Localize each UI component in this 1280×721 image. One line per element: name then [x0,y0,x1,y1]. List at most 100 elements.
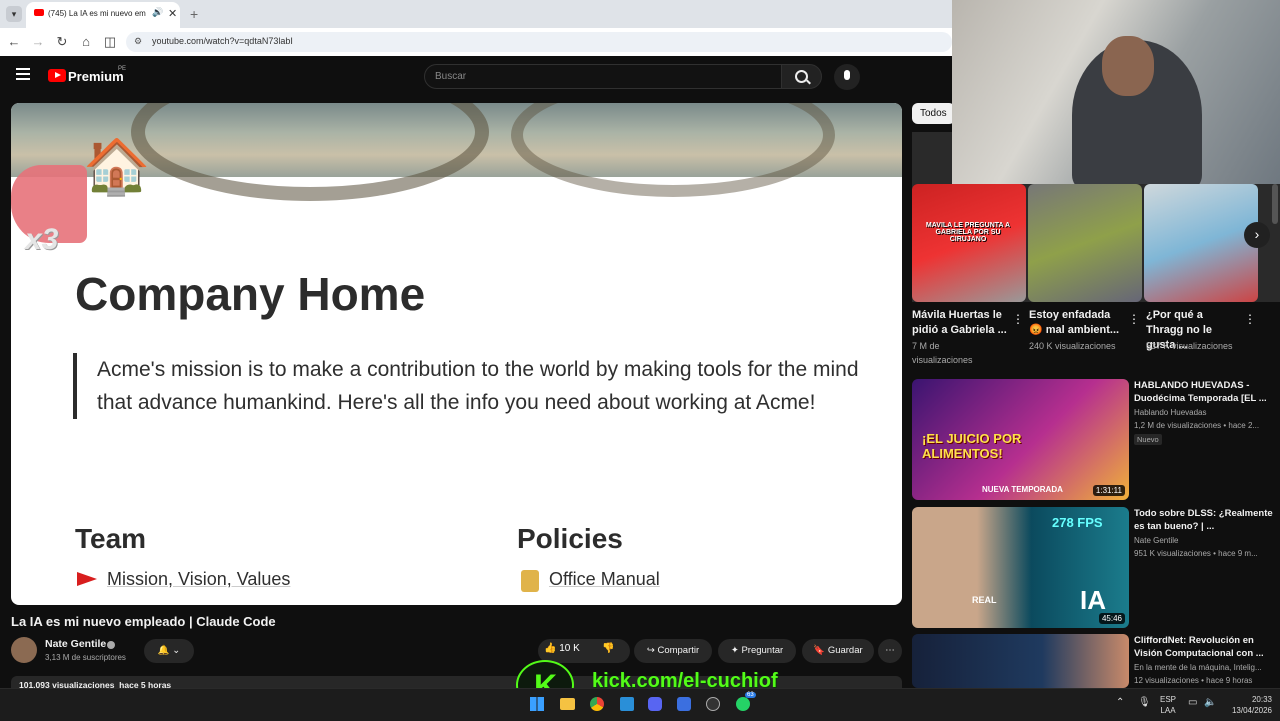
reload-icon[interactable]: ↻ [54,34,70,50]
windows-taskbar [0,688,1280,721]
vscode-icon[interactable] [620,697,634,711]
sparkle-icon: ✦ [730,645,739,656]
browser-tab[interactable]: (745) La IA es mi nuevo em 🔊 ✕ [26,2,180,28]
language-indicator[interactable]: ESP LAA [1156,694,1180,716]
menu-icon[interactable] [16,68,30,80]
clock-date: 13/04/2026 [1231,706,1272,715]
address-bar[interactable]: ⚙ youtube.com/watch?v=qdtaN73labI [126,32,952,52]
keyboard-layout: LAA [1160,706,1176,715]
home-icon[interactable]: ⌂ [78,34,94,50]
red-flag-icon [77,572,97,586]
microphone-icon[interactable]: 🎙 [1138,697,1151,708]
short-title[interactable]: Estoy enfadada 😡 mal ambient... [1029,308,1125,338]
recommended-meta: 951 K visualizaciones • hace 9 m... [1134,549,1258,558]
more-options-icon[interactable]: ⋮ [1012,312,1024,326]
search-button[interactable] [781,64,822,89]
page-title: Company Home [75,268,426,320]
chrome-icon[interactable] [590,697,604,711]
like-button[interactable]: 👍 10 K [544,643,580,654]
thumbs-down-icon[interactable]: 👎 [602,643,614,654]
bookmark-icon: 🔖 [813,645,826,656]
share-label: Compartir [657,645,700,656]
forward-icon[interactable]: → [30,34,46,50]
policies-link[interactable]: Office Manual [549,569,660,590]
chevron-up-icon[interactable]: ⌃ [1116,697,1124,708]
short-meta: 240 K visualizaciones [1029,341,1116,351]
volume-icon[interactable]: 🔈 [1204,697,1216,708]
more-actions-button[interactable]: ⋯ [878,639,902,663]
discord-icon[interactable] [648,697,662,711]
obs-icon[interactable] [706,697,720,711]
policies-heading: Policies [517,523,623,554]
back-icon[interactable]: ← [6,34,22,50]
ask-label: Preguntar [741,645,784,656]
team-heading: Team [75,523,147,554]
channel-avatar[interactable] [11,637,37,663]
app-icon[interactable] [677,697,691,711]
mission-quote: Acme's mission is to make a contribution… [73,353,887,419]
whatsapp-badge: 63 [745,692,756,698]
recommended-channel[interactable]: En la mente de la máquina, Intelig... [1134,661,1262,674]
short-meta: 7 M de visualizaciones [912,341,973,365]
save-label: Guardar [827,645,863,656]
notifications-button[interactable]: 🔔 ⌄ [144,639,194,663]
audio-icon[interactable]: 🔊 [152,7,163,18]
recommended-title[interactable]: CliffordNet: Revolución en Visión Comput… [1134,634,1274,660]
scrollbar[interactable] [1272,184,1278,224]
short-thumbnail[interactable] [1028,184,1142,302]
tab-title: (745) La IA es mi nuevo em [48,9,146,18]
short-thumbnail[interactable] [1144,184,1258,302]
share-icon: ↪ [646,645,655,656]
search-input[interactable]: Buscar [424,64,782,89]
house-icon: 🏠 [83,137,151,197]
chip-todos[interactable]: Todos [912,103,955,124]
video-duration: 1:31:11 [1092,485,1125,496]
team-link[interactable]: Mission, Vision, Values [107,569,290,590]
youtube-logo-icon[interactable] [48,69,66,82]
url-text: youtube.com/watch?v=qdtaN73labI [152,36,293,46]
whatsapp-icon[interactable] [736,697,750,711]
voice-search-button[interactable] [834,64,860,90]
site-info-icon[interactable]: ⚙ [134,36,142,47]
recommended-title[interactable]: Todo sobre DLSS: ¿Realmente es tan bueno… [1134,507,1274,533]
recommended-title[interactable]: HABLANDO HUEVADAS - Duodécima Temporada … [1134,379,1274,405]
short-thumbnail[interactable]: MAVILA LE PREGUNTA A GABRIELA POR SU CIR… [912,184,1026,302]
recommended-meta: 1,2 M de visualizaciones • hace 2... [1134,421,1260,430]
network-icon[interactable]: ▭ [1188,697,1197,708]
close-tab-icon[interactable]: ✕ [168,7,177,20]
next-shorts-button[interactable]: › [1244,222,1270,248]
view-count-line: 101.093 visualizaciones hace 5 horas [19,680,172,688]
brand-name: Premium [68,69,124,84]
start-icon[interactable] [530,697,544,711]
ask-button[interactable]: ✦ Preguntar [718,639,796,663]
save-button[interactable]: 🔖 Guardar [802,639,874,663]
video-player[interactable]: 🏠 x3 Company Home Acme's mission is to m… [11,103,902,605]
short-thumb-caption: MAVILA LE PREGUNTA A GABRIELA POR SU CIR… [925,222,1011,243]
video-thumbnail[interactable] [912,634,1129,688]
video-thumbnail[interactable]: ¡EL JUICIO POR ALIMENTOS! NUEVA TEMPORAD… [912,379,1129,500]
video-title: La IA es mi nuevo empleado | Claude Code [11,614,276,629]
search-placeholder: Buscar [435,71,467,82]
share-button[interactable]: ↪ Compartir [634,639,712,663]
split-view-icon[interactable]: ◫ [102,34,118,50]
channel-name[interactable]: Nate Gentile [45,638,106,650]
recommended-meta: 12 visualizaciones • hace 9 horas [1134,676,1253,685]
short-title[interactable]: Mávila Huertas le pidió a Gabriela ... [912,308,1008,338]
video-duration: 45:46 [1098,613,1125,624]
chevron-down-icon: ⌄ [172,645,181,656]
new-tab-icon[interactable]: + [190,6,198,22]
new-badge: Nuevo [1134,434,1162,445]
language-code: ESP [1159,695,1176,704]
webcam-overlay [952,0,1280,184]
youtube-favicon-icon [34,9,44,16]
clock[interactable]: 20:33 13/04/2026 [1222,694,1272,716]
more-options-icon[interactable]: ⋮ [1244,312,1256,326]
thumbs-up-icon: 👍 [544,643,557,654]
recommended-channel[interactable]: Nate Gentile [1134,534,1178,547]
recommended-channel[interactable]: Hablando Huevadas [1134,406,1207,419]
thumb-fps-label: 278 FPS [1052,515,1103,530]
tab-list-button[interactable]: ▾ [6,6,22,22]
file-explorer-icon[interactable] [560,698,575,710]
video-thumbnail[interactable]: 278 FPS REAL IA 45:46 [912,507,1129,628]
more-options-icon[interactable]: ⋮ [1128,312,1140,326]
